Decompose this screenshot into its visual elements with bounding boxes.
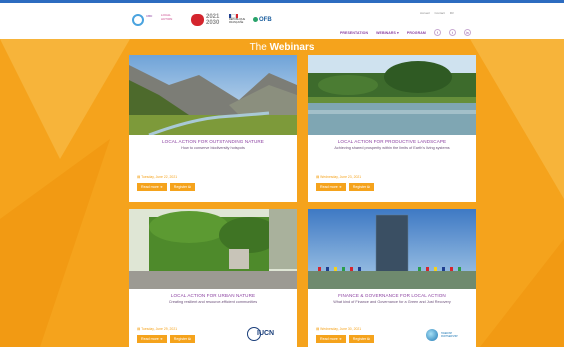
read-more-button[interactable]: Read more ➔ bbox=[316, 183, 346, 191]
card-title[interactable]: FINANCE & GOVERNANCE FOR LOCAL ACTION bbox=[308, 293, 476, 298]
utility-link-home[interactable]: Accueil bbox=[420, 11, 430, 15]
partnership-logo[interactable]: SWEDISH PARTNERSHIP bbox=[426, 329, 460, 343]
heart-icon bbox=[191, 14, 204, 26]
card-title[interactable]: LOCAL ACTION FOR URBAN NATURE bbox=[129, 293, 297, 298]
register-button[interactable]: Register ⧉ bbox=[348, 183, 374, 191]
site-header: CBD LOCAL ACTION 2021 2030 RÉPUBLIQUE FR… bbox=[0, 3, 564, 39]
card-subtitle: Creating resilient and resource-efficien… bbox=[168, 300, 258, 304]
webinar-card: LOCAL ACTION FOR OUTSTANDING NATURE How … bbox=[129, 55, 297, 202]
globe-icon bbox=[426, 329, 438, 341]
card-subtitle: How to conserve biodiversity hotspots bbox=[181, 146, 245, 150]
webinar-card: FINANCE & GOVERNANCE FOR LOCAL ACTION Wh… bbox=[308, 209, 476, 347]
nav-program[interactable]: PROGRAM bbox=[407, 31, 426, 35]
register-button[interactable]: Register ⧉ bbox=[169, 183, 195, 191]
read-more-button[interactable]: Read more ➔ bbox=[137, 183, 167, 191]
utility-links: Accueil Contact FR bbox=[420, 11, 458, 15]
card-title[interactable]: LOCAL ACTION FOR PRODUCTIVE LANDSCAPE bbox=[308, 139, 476, 144]
card-date: ▤ Tuesday, June 29, 2021 bbox=[137, 327, 178, 331]
un-headquarters-photo[interactable] bbox=[308, 209, 476, 289]
read-more-button[interactable]: Read more ➔ bbox=[316, 335, 346, 343]
partnership-logo-text: SWEDISH PARTNERSHIP bbox=[441, 332, 458, 338]
webinar-card: LOCAL ACTION FOR URBAN NATURE Creating r… bbox=[129, 209, 297, 347]
heart-logo[interactable] bbox=[191, 14, 205, 28]
nav-webinars[interactable]: WEBINARS ▾ bbox=[376, 31, 399, 35]
card-subtitle: Achieving shared prosperity within the l… bbox=[334, 146, 450, 150]
republique-francaise-logo[interactable]: RÉPUBLIQUE FRANÇAISE bbox=[229, 14, 251, 28]
local-action-logo[interactable]: LOCAL ACTION bbox=[161, 13, 181, 28]
ofb-text: OFB bbox=[259, 17, 272, 24]
section-title: The Webinars bbox=[0, 42, 564, 53]
section-title-prefix: The bbox=[249, 42, 270, 53]
webinar-card: LOCAL ACTION FOR PRODUCTIVE LANDSCAPE Ac… bbox=[308, 55, 476, 202]
twitter-icon[interactable]: t bbox=[448, 29, 456, 36]
decade-logo[interactable]: 2021 2030 bbox=[206, 14, 226, 28]
card-title[interactable]: LOCAL ACTION FOR OUTSTANDING NATURE bbox=[129, 139, 297, 144]
utility-link-contact[interactable]: Contact bbox=[435, 11, 445, 15]
urban-green-building-photo[interactable] bbox=[129, 209, 297, 289]
register-button[interactable]: Register ⧉ bbox=[169, 335, 195, 343]
river-landscape-photo[interactable] bbox=[308, 55, 476, 135]
facebook-icon[interactable]: f bbox=[433, 29, 441, 36]
iucn-logo[interactable]: IUCN bbox=[247, 327, 281, 341]
republique-francaise-text: RÉPUBLIQUE FRANÇAISE bbox=[229, 18, 246, 24]
read-more-button[interactable]: Read more ➔ bbox=[137, 335, 167, 343]
mountain-valley-photo[interactable] bbox=[129, 55, 297, 135]
card-date: ▤ Wednesday, June 30, 2021 bbox=[316, 327, 362, 331]
decade-end-year: 2030 bbox=[206, 20, 220, 26]
ofb-logo[interactable]: OFB bbox=[253, 17, 277, 31]
register-button[interactable]: Register ⧉ bbox=[348, 335, 374, 343]
cbd-logo-text: CBD bbox=[146, 14, 153, 18]
cbd-logo[interactable]: CBD bbox=[132, 14, 158, 28]
main-nav: PRESENTATION WEBINARS ▾ PROGRAM f t in bbox=[340, 29, 471, 36]
nav-presentation[interactable]: PRESENTATION bbox=[340, 31, 368, 35]
language-switch[interactable]: FR bbox=[450, 11, 454, 15]
card-subtitle: What kind of Finance and Governance for … bbox=[333, 300, 451, 304]
iucn-logo-text: IUCN bbox=[257, 330, 275, 337]
linkedin-icon[interactable]: in bbox=[463, 29, 471, 36]
card-date: ▤ Wednesday, June 23, 2021 bbox=[316, 175, 362, 179]
ofb-dot-icon bbox=[253, 17, 258, 22]
card-date: ▤ Tuesday, June 22, 2021 bbox=[137, 175, 178, 179]
ring-icon bbox=[132, 14, 144, 26]
section-title-bold: Webinars bbox=[269, 42, 315, 53]
